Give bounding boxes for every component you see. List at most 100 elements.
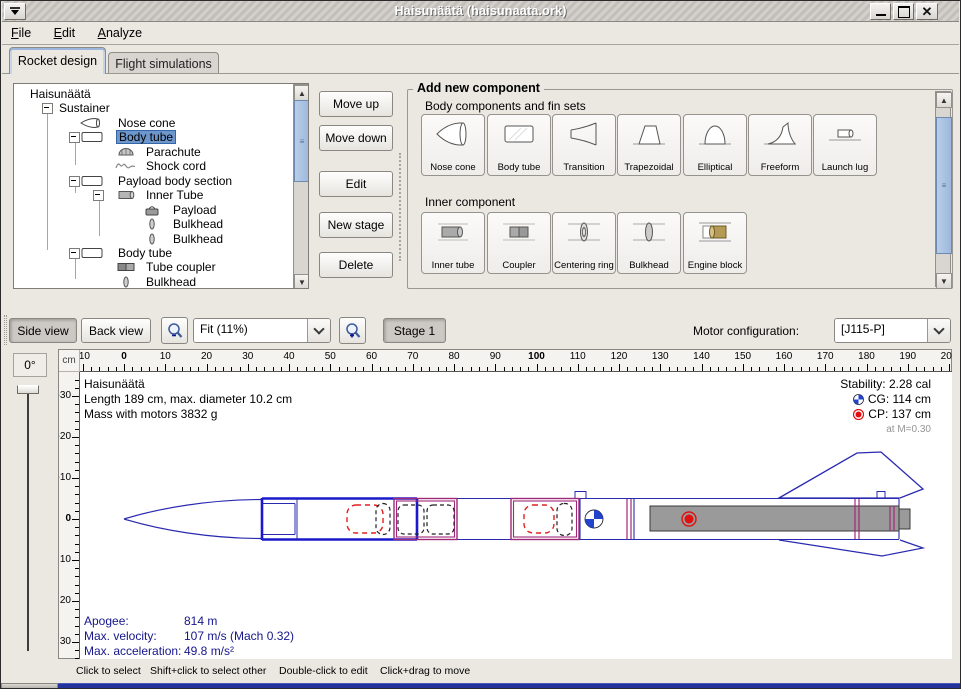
inner-tube-icon [433,216,473,248]
tree-item-label[interactable]: Nose cone [116,116,177,130]
add-bulkhead-button[interactable]: Bulkhead [617,212,681,274]
tree-item-payload-body-section[interactable]: Payload body section [14,174,292,188]
component-panel-scrollbar-thumb[interactable]: ≡ [936,117,952,254]
tree-item-body-tube[interactable]: Body tube [14,246,292,260]
scroll-up-icon[interactable]: ▲ [936,92,952,108]
menu-file[interactable]: File [2,23,40,45]
minimize-button[interactable] [870,3,891,20]
side-view-button[interactable]: Side view [9,318,77,343]
payload-outline[interactable] [427,505,454,534]
tree-collapse-icon[interactable] [69,176,80,187]
component-tree[interactable]: HaisunäätäSustainerNose coneBody tubePar… [13,83,309,289]
add-elliptical-button[interactable]: Elliptical [683,114,747,176]
zoom-level-select[interactable]: Fit (11%) [193,318,331,343]
launch-lug-outline[interactable] [575,492,586,499]
combo-arrow[interactable] [307,319,330,342]
tree-item-label[interactable]: Tube coupler [144,260,218,274]
component-panel-scrollbar[interactable]: ▲ ≡ ▼ [935,91,951,287]
tree-item-label[interactable]: Bulkhead [171,217,225,231]
scroll-down-icon[interactable]: ▼ [294,274,309,289]
tab-rocket-design[interactable]: Rocket design [9,47,106,74]
maximize-button[interactable] [893,3,914,20]
tree-scrollbar[interactable]: ▲ ≡ ▼ [293,84,309,288]
toolbar-drag-handle[interactable] [4,315,7,345]
motor-nozzle[interactable] [899,509,910,529]
combo-arrow[interactable] [927,319,950,342]
delete-button[interactable]: Delete [319,252,393,278]
nose-cone-outline[interactable] [124,500,262,539]
add-trapezoidal-button[interactable]: Trapezoidal [617,114,681,176]
stage-1-toggle[interactable]: Stage 1 [383,318,446,343]
fin-outline[interactable] [779,540,923,556]
add-inner-tube-button[interactable]: Inner tube [421,212,485,274]
add-coupler-button[interactable]: Coupler [487,212,551,274]
tree-collapse-icon[interactable] [69,132,80,143]
tree-item-bulkhead[interactable]: Bulkhead [14,275,292,289]
tree-item-tube-coupler[interactable]: Tube coupler [14,260,292,274]
zoom-in-button[interactable] [339,317,366,344]
menu-bar: File Edit Analyze [2,23,959,45]
tab-flight-simulations[interactable]: Flight simulations [108,52,219,74]
add-body-tube-button[interactable]: Body tube [487,114,551,176]
tree-item-label[interactable]: Bulkhead [144,275,198,289]
ruler-unit-label: cm [59,350,80,372]
tree-item-inner-tube[interactable]: Inner Tube [14,188,292,202]
tree-item-label[interactable]: Body tube [116,246,174,260]
rotation-slider-handle[interactable] [17,385,39,394]
add-centering-ring-button[interactable]: Centering ring [552,212,616,274]
tree-item-label[interactable]: Body tube [116,130,176,144]
move-up-button[interactable]: Move up [319,91,393,117]
ruler-tick [75,470,79,471]
tree-item-parachute[interactable]: Parachute [14,145,292,159]
zoom-level-value: Fit (11%) [194,319,307,342]
tree-item-label[interactable]: Sustainer [57,101,112,115]
tree-item-label[interactable]: Payload [171,203,218,217]
tree-item-label[interactable]: Parachute [144,145,203,159]
zoom-out-button[interactable] [161,317,188,344]
panel-separator[interactable] [399,153,401,261]
parachute-outline[interactable] [524,505,554,533]
tree-item-label[interactable]: Bulkhead [171,232,225,246]
add-launch-lug-button[interactable]: Launch lug [813,114,877,176]
rocket-canvas[interactable]: Haisunäätä Length 189 cm, max. diameter … [80,372,952,659]
ruler-tick [240,367,241,371]
tree-item-bulkhead[interactable]: Bulkhead [14,232,292,246]
move-down-button[interactable]: Move down [319,125,393,151]
tree-item-label[interactable]: Shock cord [144,159,208,173]
edit-button[interactable]: Edit [319,171,393,197]
tree-item-shock-cord[interactable]: Shock cord [14,159,292,173]
window-menu-button[interactable] [4,3,26,20]
tree-item-label[interactable]: Haisunäätä [28,87,93,101]
tree-collapse-icon[interactable] [42,103,53,114]
tree-item-haisun-t-[interactable]: Haisunäätä [14,87,292,101]
tree-item-sustainer[interactable]: Sustainer [14,101,292,115]
bulkhead-outline[interactable] [627,499,631,539]
tree-item-body-tube[interactable]: Body tube [14,130,292,144]
new-stage-button[interactable]: New stage [319,212,393,238]
menu-edit[interactable]: Edit [45,23,85,45]
tree-collapse-icon[interactable] [69,248,80,259]
scroll-up-icon[interactable]: ▲ [294,85,309,101]
motor-configuration-select[interactable]: [J115-P] [834,318,951,343]
add-engine-block-button[interactable]: Engine block [683,212,747,274]
tree-item-label[interactable]: Payload body section [116,174,234,188]
tree-scrollbar-thumb[interactable]: ≡ [294,100,309,182]
tree-item-nose-cone[interactable]: Nose cone [14,116,292,130]
resize-grip[interactable] [1,683,58,689]
tree-item-payload[interactable]: Payload [14,203,292,217]
title-bar[interactable]: Haisunäätä (haisunaata.ork) [2,1,959,22]
tree-collapse-icon[interactable] [93,190,104,201]
tree-item-bulkhead[interactable]: Bulkhead [14,217,292,231]
payload-outline[interactable] [398,505,424,534]
fin-outline[interactable] [779,452,923,498]
parachute-outline[interactable] [347,505,383,533]
add-freeform-button[interactable]: Freeform [748,114,812,176]
close-button[interactable]: ✕ [916,3,938,20]
add-nose-cone-button[interactable]: Nose cone [421,114,485,176]
menu-analyze[interactable]: Analyze [89,23,151,45]
add-transition-button[interactable]: Transition [552,114,616,176]
tree-item-label[interactable]: Inner Tube [144,188,205,202]
shock-cord-outline[interactable] [557,504,572,536]
scroll-down-icon[interactable]: ▼ [936,273,952,289]
back-view-button[interactable]: Back view [81,318,151,343]
